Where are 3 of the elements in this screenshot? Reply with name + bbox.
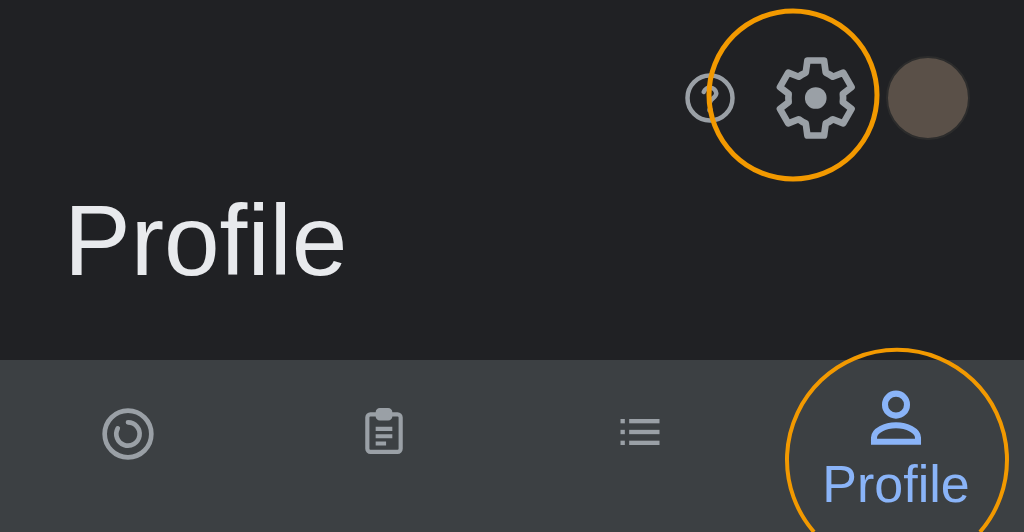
history-icon xyxy=(100,406,156,462)
help-icon[interactable] xyxy=(682,70,738,126)
page-title: Profile xyxy=(64,190,348,290)
